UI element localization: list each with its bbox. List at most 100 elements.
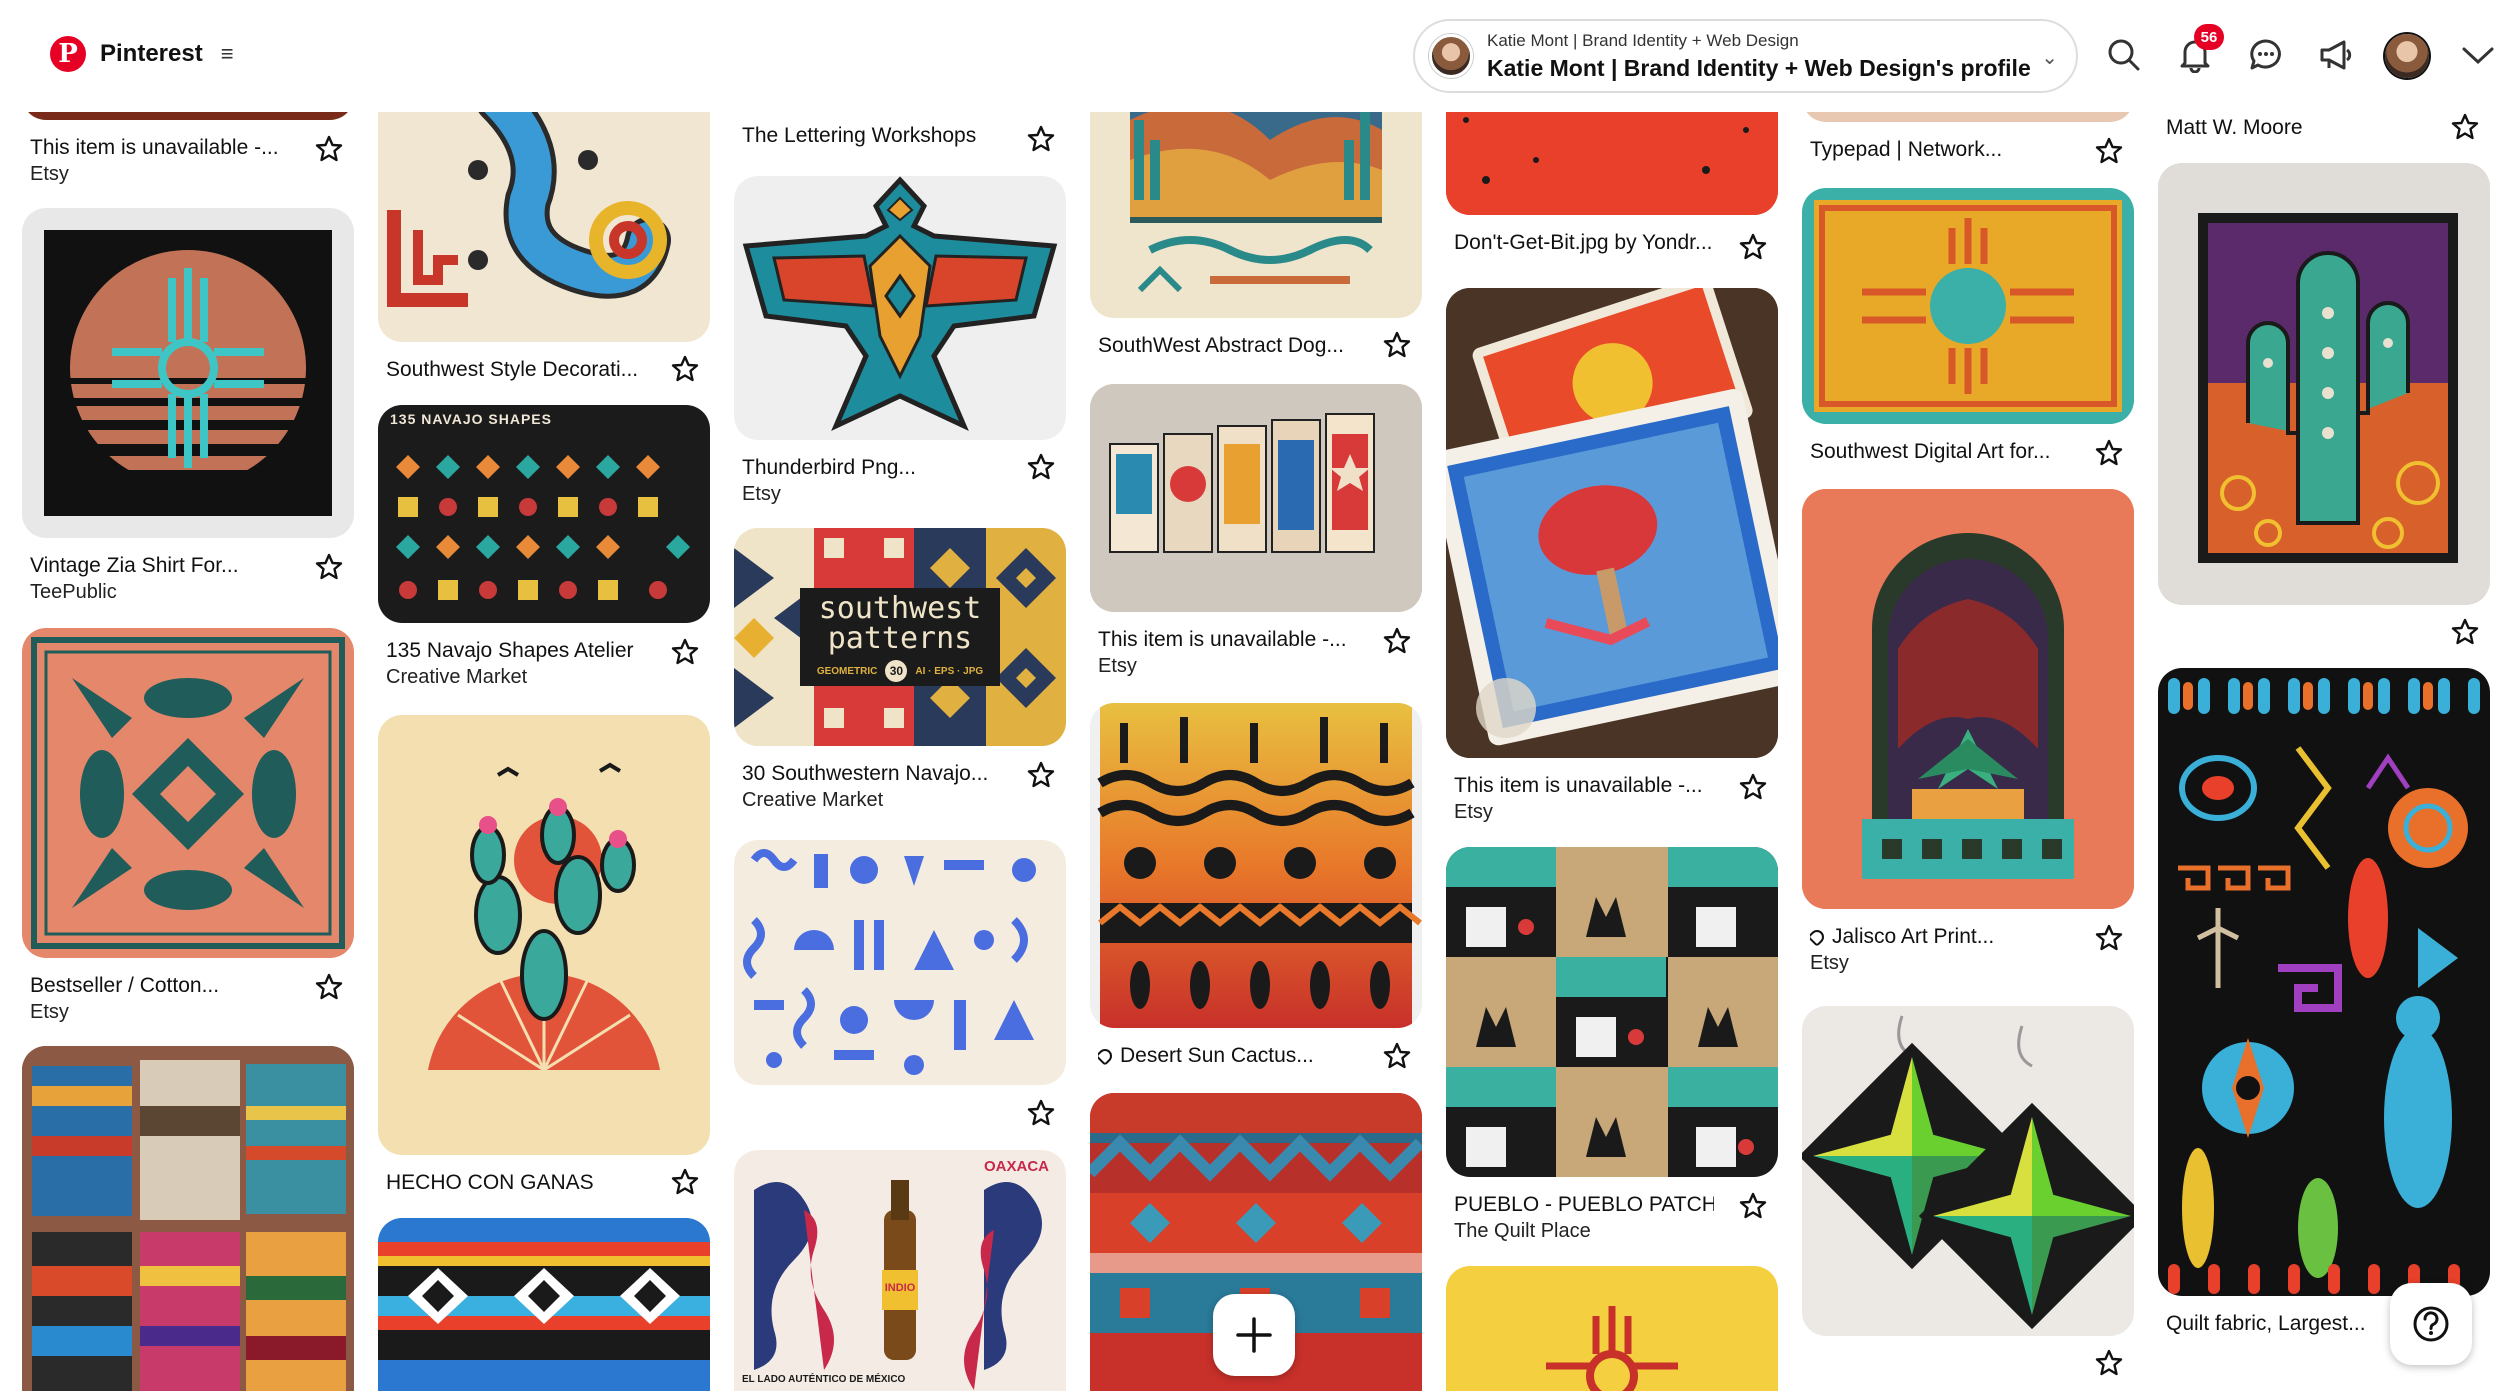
pin-title[interactable]: This item is unavailable -... [1454,774,1714,798]
pin-image[interactable] [2158,668,2490,1296]
pin-source: The Quilt Place [1454,1220,1591,1242]
pin-image[interactable] [734,176,1066,440]
pin-title[interactable]: This item is unavailable -... [1098,628,1358,652]
pin-card[interactable] [378,1218,710,1391]
pin-card[interactable] [1802,1006,2134,1376]
star-icon[interactable] [2094,1348,2124,1378]
create-pin-button[interactable] [1213,1294,1295,1376]
star-icon[interactable] [2094,136,2124,166]
brand-name: Pinterest [100,40,203,67]
pin-card[interactable] [734,840,1066,1126]
profile-subtitle: Katie Mont | Brand Identity + Web Design [1487,30,1799,50]
pin-card[interactable]: Quilt fabric, Largest... [2158,668,2490,1336]
star-icon[interactable] [314,552,344,582]
pin-title[interactable]: Don't-Get-Bit.jpg by Yondr... [1454,231,1714,255]
star-icon[interactable] [1026,124,1056,154]
pin-title[interactable]: SouthWest Abstract Dog... [1098,334,1358,358]
chevron-down-icon[interactable] [2458,35,2498,75]
pin-card[interactable]: southwest patterns GEOMETRIC 30 AI · EPS… [734,528,1066,812]
pin-image[interactable] [734,840,1066,1085]
star-icon[interactable] [314,972,344,1002]
pin-image[interactable] [22,208,354,538]
star-icon[interactable] [2094,923,2124,953]
image-caption: INDIO [884,1282,916,1294]
pin-card[interactable] [22,1046,354,1391]
star-icon[interactable] [2450,617,2480,647]
star-icon[interactable] [1026,1098,1056,1128]
pin-card[interactable]: HECHO CON GANAS [378,715,710,1195]
menu-icon[interactable]: ≡ [221,41,234,67]
pin-card[interactable]: PUEBLO - PUEBLO PATCH The Quilt Place [1446,847,1778,1243]
megaphone-icon[interactable] [2316,35,2356,75]
pin-card[interactable]: Vintage Zia Shirt For... TeePublic [22,208,354,604]
star-icon[interactable] [1738,1191,1768,1221]
pin-title[interactable]: Jalisco Art Print... [1810,925,2070,949]
star-icon[interactable] [670,637,700,667]
pin-card[interactable]: Desert Sun Cactus... [1090,703,1422,1071]
pin-image[interactable] [1090,703,1422,1028]
star-icon[interactable] [1382,1041,1412,1071]
pin-title[interactable]: Thunderbird Png... [742,456,1002,480]
star-icon[interactable] [314,134,344,164]
pin-image[interactable] [1802,489,2134,909]
pin-card[interactable]: This item is unavailable -... Etsy [1446,288,1778,824]
star-icon[interactable] [1026,760,1056,790]
pin-image[interactable]: southwest patterns GEOMETRIC 30 AI · EPS… [734,528,1066,746]
pin-title[interactable]: Southwest Digital Art for... [1810,440,2070,464]
pin-image[interactable] [1446,288,1778,758]
pin-title[interactable]: HECHO CON GANAS [386,1171,646,1195]
pin-image[interactable] [378,715,710,1155]
pin-title[interactable]: Bestseller / Cotton... [30,974,290,998]
help-button[interactable] [2390,1283,2472,1365]
star-icon[interactable] [670,1167,700,1197]
pin-title[interactable]: The Lettering Workshops [742,124,1002,148]
star-icon[interactable] [2450,112,2480,142]
pin-image[interactable] [1090,384,1422,612]
pin-card[interactable]: 135 NAVAJO SHAPES 135 Navajo Shapes Atel… [378,405,710,689]
pin-title[interactable]: Desert Sun Cactus... [1098,1044,1358,1068]
account-switcher[interactable]: Katie Mont | Brand Identity + Web Design… [1413,19,2078,93]
pin-title[interactable]: Matt W. Moore [2166,116,2426,140]
pin-image[interactable] [1446,1266,1778,1391]
messages-icon[interactable] [2246,35,2286,75]
pin-image[interactable] [1446,847,1778,1177]
pin-image[interactable] [22,1046,354,1391]
pin-image[interactable] [378,1218,710,1391]
tag-icon [1810,927,1827,948]
pin-image[interactable] [22,628,354,958]
star-icon[interactable] [1738,772,1768,802]
user-avatar[interactable] [2385,34,2429,78]
pin-title[interactable]: This item is unavailable -... [30,136,290,160]
star-icon[interactable] [2094,438,2124,468]
pin-image[interactable] [2158,163,2490,605]
pin-image[interactable]: INDIO OAXACA EL LADO AUTÉNTICO DE MÉXICO [734,1150,1066,1391]
pin-card[interactable] [2158,163,2490,645]
pin-image[interactable] [1802,1006,2134,1336]
avatar [1429,34,1473,78]
pin-title[interactable]: Quilt fabric, Largest... [2166,1312,2426,1336]
search-icon[interactable] [2104,35,2144,75]
pin-image[interactable] [1802,188,2134,424]
pin-title[interactable]: Southwest Style Decorati... [386,358,646,382]
star-icon[interactable] [1026,452,1056,482]
pin-title[interactable]: 135 Navajo Shapes Atelier [386,639,646,663]
star-icon[interactable] [1382,330,1412,360]
pin-card[interactable] [1446,1266,1778,1391]
pin-card[interactable]: Bestseller / Cotton... Etsy [22,628,354,1024]
star-icon[interactable] [670,354,700,384]
pin-card[interactable]: Southwest Digital Art for... [1802,188,2134,466]
pinterest-logo[interactable]: P Pinterest ≡ [50,36,234,72]
chevron-down-icon[interactable]: ⌄ [2041,45,2058,70]
pin-title[interactable]: PUEBLO - PUEBLO PATCH [1454,1193,1714,1217]
star-icon[interactable] [1738,232,1768,262]
pin-title[interactable]: Vintage Zia Shirt For... [30,554,290,578]
pin-card[interactable]: Jalisco Art Print... Etsy [1802,489,2134,975]
pin-card[interactable]: INDIO OAXACA EL LADO AUTÉNTICO DE MÉXICO [734,1150,1066,1391]
star-icon[interactable] [1382,626,1412,656]
pin-card[interactable]: The Lettering Workshops [734,112,1066,152]
pin-image[interactable]: 135 NAVAJO SHAPES [378,405,710,623]
pin-title[interactable]: Typepad | Network... [1810,138,2070,162]
pin-card[interactable]: Thunderbird Png... Etsy [734,176,1066,506]
pin-title[interactable]: 30 Southwestern Navajo... [742,762,1002,786]
pin-card[interactable]: This item is unavailable -... Etsy [1090,384,1422,678]
